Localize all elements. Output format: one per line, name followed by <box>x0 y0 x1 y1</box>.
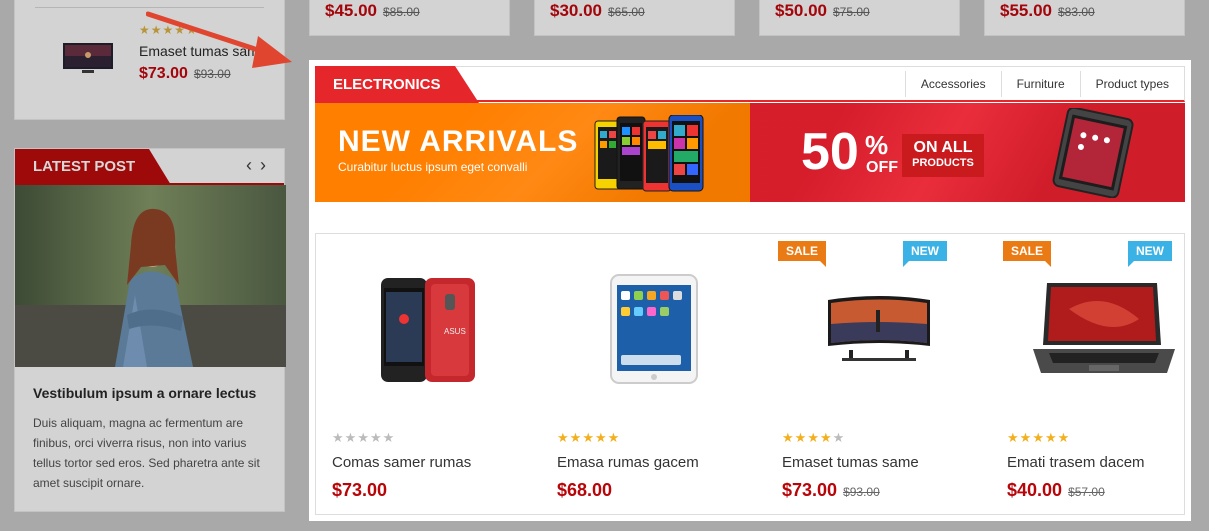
section-tabbar: ELECTRONICS Accessories Furniture Produc… <box>315 66 1185 103</box>
tablet-image <box>1052 108 1134 198</box>
rating-stars: ★★★★★ <box>332 430 395 446</box>
rating-stars: ★★★★★ <box>782 430 845 446</box>
category-link-furniture[interactable]: Furniture <box>1000 71 1080 97</box>
star-icon: ★ <box>1007 430 1020 445</box>
sale-badge: SALE <box>1003 241 1052 267</box>
star-icon: ★ <box>382 430 396 445</box>
product-image[interactable] <box>991 264 1209 394</box>
star-icon: ★ <box>344 430 358 445</box>
star-icon: ★ <box>1044 430 1058 445</box>
latest-post-header: LATEST POST ‹› <box>15 149 284 185</box>
category-link-accessories[interactable]: Accessories <box>904 71 1001 97</box>
post-nav: ‹› <box>246 155 274 176</box>
product-name[interactable]: Comas samer rumas <box>332 454 471 471</box>
svg-text:ASUS: ASUS <box>444 327 466 336</box>
price: $30.00 <box>550 1 602 20</box>
new-badge: NEW <box>903 241 947 267</box>
product-name[interactable]: Emaset tumas same <box>782 454 919 471</box>
discount-percent: 50 <box>801 123 859 181</box>
star-icon: ★ <box>1019 430 1033 445</box>
sale-badge: SALE <box>778 241 827 267</box>
banner-title: NEW ARRIVALS <box>338 125 579 158</box>
chevron-right-icon[interactable]: › <box>260 155 274 175</box>
top-product-price: $45.00 $85.00 <box>309 0 510 36</box>
on-all-label: ON ALL <box>913 139 973 156</box>
product-card[interactable]: SALE NEW ★★★★★ Emaset tumas same $73.00 $93.0… <box>766 234 991 516</box>
old-price: $83.00 <box>1058 5 1095 19</box>
price: $68.00 <box>557 480 613 500</box>
star-icon: ★ <box>794 430 808 445</box>
old-price: $65.00 <box>608 5 645 19</box>
product-card[interactable]: ★★★★★ Emasa rumas gacem $68.00 <box>541 234 766 516</box>
tv-thumbnail <box>63 43 113 73</box>
star-icon: ★ <box>369 430 383 445</box>
product-card[interactable]: ASUS ★★★★★ Comas samer rumas $73.00 <box>316 234 541 516</box>
sale-banner[interactable]: 50 % OFF ON ALL PRODUCTS <box>750 103 1185 202</box>
product-price: $73.00 <box>332 480 387 501</box>
star-icon: ★ <box>807 430 820 445</box>
rating-stars: ★★★★★ <box>557 430 620 446</box>
chevron-left-icon[interactable]: ‹ <box>246 155 260 175</box>
new-arrivals-banner[interactable]: NEW ARRIVALS Curabitur luctus ipsum eget… <box>315 103 750 202</box>
star-icon: ★ <box>607 430 621 445</box>
section-title[interactable]: ELECTRONICS <box>315 66 479 103</box>
star-icon: ★ <box>594 430 608 445</box>
star-icon: ★ <box>557 430 570 445</box>
category-link-product-types[interactable]: Product types <box>1079 71 1184 97</box>
product-price: $40.00 $57.00 <box>1007 480 1105 501</box>
electronics-section: ELECTRONICS Accessories Furniture Produc… <box>309 60 1191 521</box>
star-icon: ★ <box>782 430 795 445</box>
product-name[interactable]: Emasa rumas gacem <box>557 454 699 471</box>
product-price: $68.00 <box>557 480 612 501</box>
product-card[interactable]: SALE NEW ★★★★★ Emati trasem dacem $40.00 $57.… <box>991 234 1209 516</box>
star-icon: ★ <box>582 430 595 445</box>
old-price: $57.00 <box>1068 485 1105 499</box>
divider <box>35 7 264 8</box>
product-image[interactable] <box>541 264 766 394</box>
product-grid: ASUS ★★★★★ Comas samer rumas $73.00 ★★★★★ Ema… <box>315 233 1185 515</box>
old-price: $85.00 <box>383 5 420 19</box>
post-excerpt: Duis aliquam, magna ac fermentum are fin… <box>33 416 260 490</box>
price: $45.00 <box>325 1 377 20</box>
old-price: $93.00 <box>843 485 880 499</box>
post-image[interactable] <box>15 185 286 367</box>
rating-stars: ★★★★★ <box>1007 430 1070 446</box>
top-product-price: $55.00 $83.00 <box>984 0 1185 36</box>
arrow-annotation-icon <box>146 11 292 68</box>
off-label: OFF <box>866 159 898 176</box>
new-badge: NEW <box>1128 241 1172 267</box>
star-icon: ★ <box>832 430 846 445</box>
old-price: $75.00 <box>833 5 870 19</box>
star-icon: ★ <box>332 430 345 445</box>
star-icon: ★ <box>819 430 833 445</box>
star-icon: ★ <box>1032 430 1045 445</box>
latest-post-card: LATEST POST ‹› Vestibulum ipsum a ornare… <box>14 148 286 512</box>
price: $73.00 <box>782 480 838 500</box>
smartphones-image <box>594 115 704 192</box>
products-label: PRODUCTS <box>912 157 974 169</box>
product-price: $73.00 $93.00 <box>782 480 880 501</box>
star-icon: ★ <box>1057 430 1071 445</box>
product-image[interactable]: ASUS <box>316 264 541 394</box>
product-name[interactable]: Emati trasem dacem <box>1007 454 1145 471</box>
price: $55.00 <box>1000 1 1052 20</box>
star-icon: ★ <box>569 430 583 445</box>
banner-subtitle: Curabitur luctus ipsum eget convalli <box>338 160 528 174</box>
top-product-price: $30.00 $65.00 <box>534 0 735 36</box>
price: $73.00 <box>332 480 388 500</box>
top-product-price: $50.00 $75.00 <box>759 0 960 36</box>
star-icon: ★ <box>357 430 370 445</box>
product-image[interactable] <box>766 264 991 394</box>
price: $50.00 <box>775 1 827 20</box>
on-all-products-badge: ON ALL PRODUCTS <box>902 134 984 177</box>
latest-post-title: LATEST POST <box>15 149 171 185</box>
percent-sign: % <box>865 130 889 160</box>
post-title[interactable]: Vestibulum ipsum a ornare lectus <box>33 385 256 401</box>
price: $40.00 <box>1007 480 1063 500</box>
category-links: Accessories Furniture Product types <box>904 71 1184 97</box>
